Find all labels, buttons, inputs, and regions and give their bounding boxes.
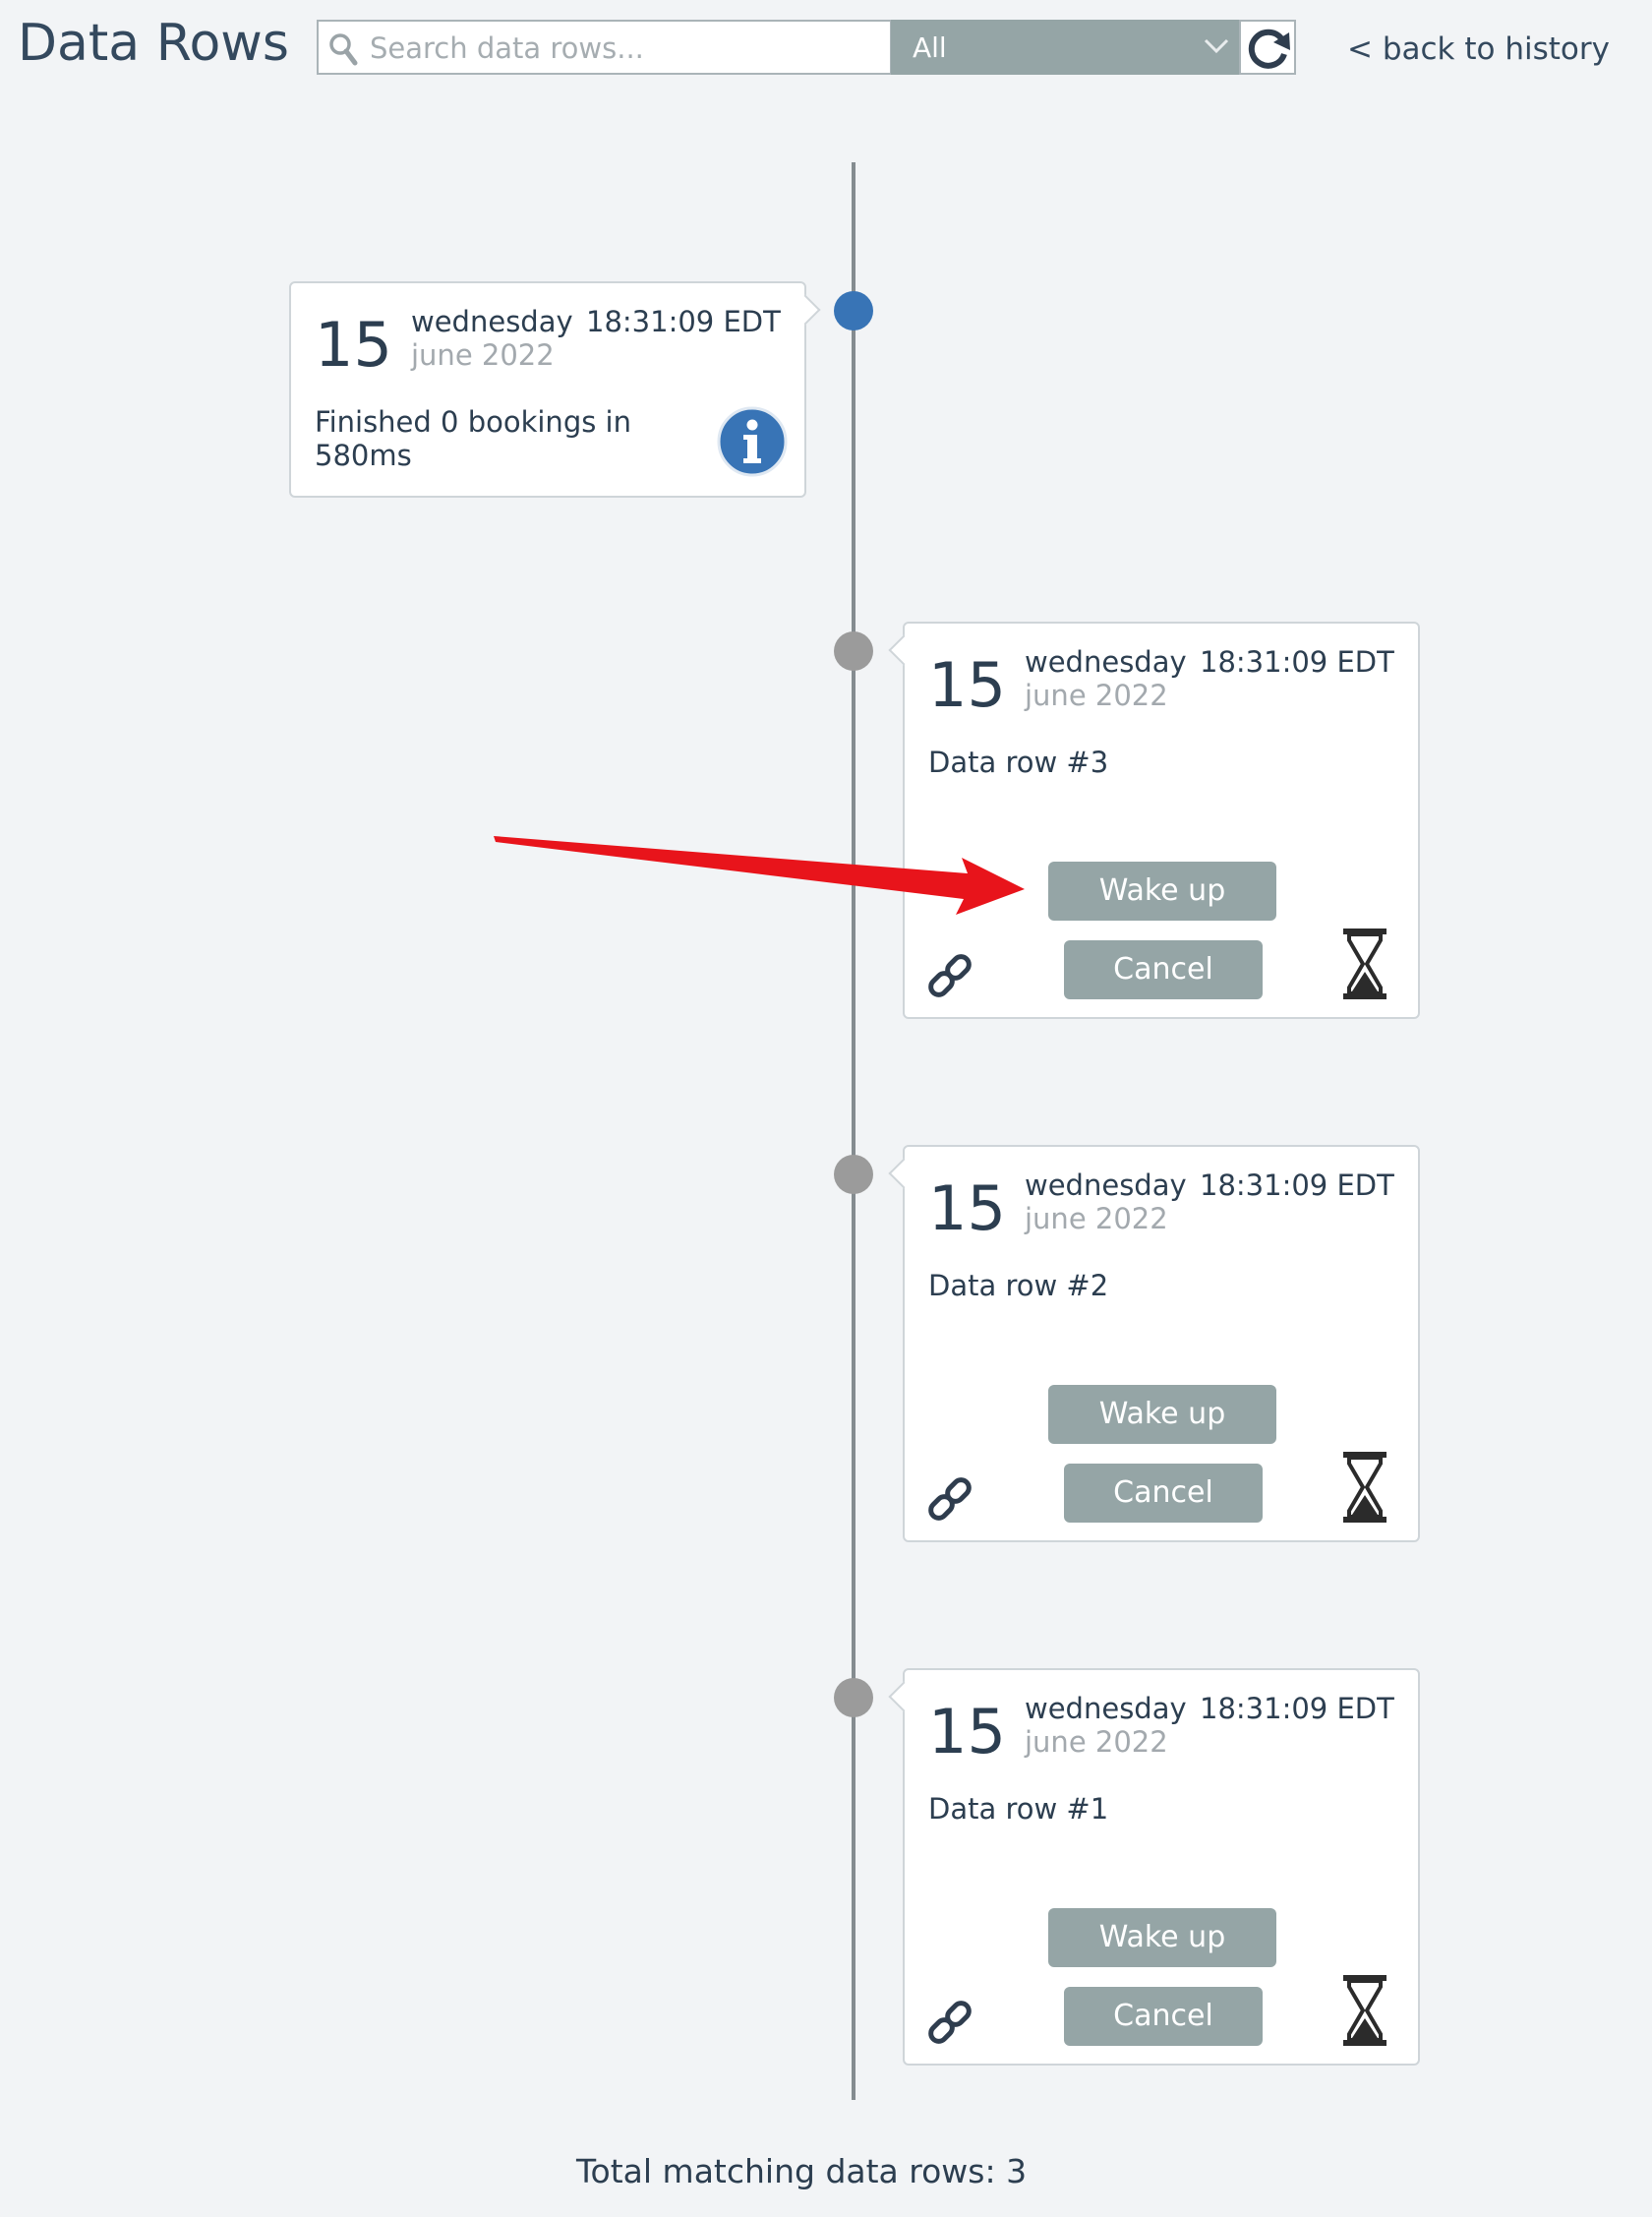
page-title: Data Rows [18, 14, 289, 73]
card-day: 15 [928, 1172, 1006, 1244]
timeline-dot [834, 1155, 873, 1194]
timeline-dot [834, 631, 873, 671]
link-icon[interactable] [922, 1471, 977, 1527]
wake-up-button[interactable]: Wake up [1048, 862, 1276, 921]
card-time: 18:31:09 EDT [586, 305, 781, 338]
back-to-history-link[interactable]: < back to history [1347, 31, 1610, 67]
total-matching-count: Total matching data rows: 3 [576, 2152, 1028, 2190]
card-time: 18:31:09 EDT [1200, 645, 1394, 679]
wake-up-button[interactable]: Wake up [1048, 1385, 1276, 1444]
card-weekday: wednesday [411, 305, 573, 338]
cancel-button[interactable]: Cancel [1064, 1987, 1263, 2046]
card-month-year: june 2022 [1025, 1725, 1168, 1759]
hourglass-icon [1343, 1975, 1386, 2046]
data-row-card: 15 wednesday 18:31:09 EDT june 2022 Data… [888, 622, 1420, 1019]
card-day: 15 [928, 649, 1006, 721]
data-row-card: 15 wednesday 18:31:09 EDT june 2022 Data… [888, 1145, 1420, 1542]
data-row-card: 15 wednesday 18:31:09 EDT june 2022 Data… [888, 1668, 1420, 2066]
card-time: 18:31:09 EDT [1200, 1168, 1394, 1202]
card-weekday: wednesday [1025, 645, 1187, 679]
card-row-label: Data row #1 [928, 1792, 1109, 1826]
cancel-button[interactable]: Cancel [1064, 1464, 1263, 1523]
info-icon[interactable] [716, 405, 789, 478]
card-day: 15 [928, 1696, 1006, 1768]
filter-selected-value: All [913, 31, 947, 64]
timeline-dot [834, 291, 873, 330]
chevron-down-icon [1204, 38, 1229, 54]
wake-up-button[interactable]: Wake up [1048, 1908, 1276, 1967]
card-weekday: wednesday [1025, 1692, 1187, 1725]
card-month-year: june 2022 [1025, 1202, 1168, 1235]
card-weekday: wednesday [1025, 1168, 1187, 1202]
search-icon [329, 33, 358, 66]
cancel-button[interactable]: Cancel [1064, 940, 1263, 999]
card-month-year: june 2022 [1025, 679, 1168, 712]
search-input[interactable] [368, 28, 883, 69]
timeline-axis [852, 162, 856, 2100]
card-message: Finished 0 bookings in 580ms [315, 405, 631, 472]
card-pointer [888, 1681, 919, 1712]
card-time: 18:31:09 EDT [1200, 1692, 1394, 1725]
card-row-label: Data row #2 [928, 1269, 1109, 1302]
card-pointer [888, 634, 919, 666]
link-icon[interactable] [922, 1995, 977, 2050]
filter-dropdown[interactable]: All [891, 20, 1239, 75]
refresh-button[interactable] [1239, 20, 1296, 75]
card-pointer [790, 294, 821, 326]
refresh-icon [1248, 29, 1290, 69]
card-pointer [888, 1158, 919, 1189]
link-icon[interactable] [922, 948, 977, 1003]
hourglass-icon [1343, 929, 1386, 999]
hourglass-icon [1343, 1452, 1386, 1523]
timeline-dot [834, 1678, 873, 1717]
search-box[interactable] [317, 20, 892, 75]
card-month-year: june 2022 [411, 338, 555, 372]
card-day: 15 [315, 309, 392, 381]
card-row-label: Data row #3 [928, 746, 1109, 779]
summary-card: 15 wednesday 18:31:09 EDT june 2022 Fini… [289, 281, 821, 498]
